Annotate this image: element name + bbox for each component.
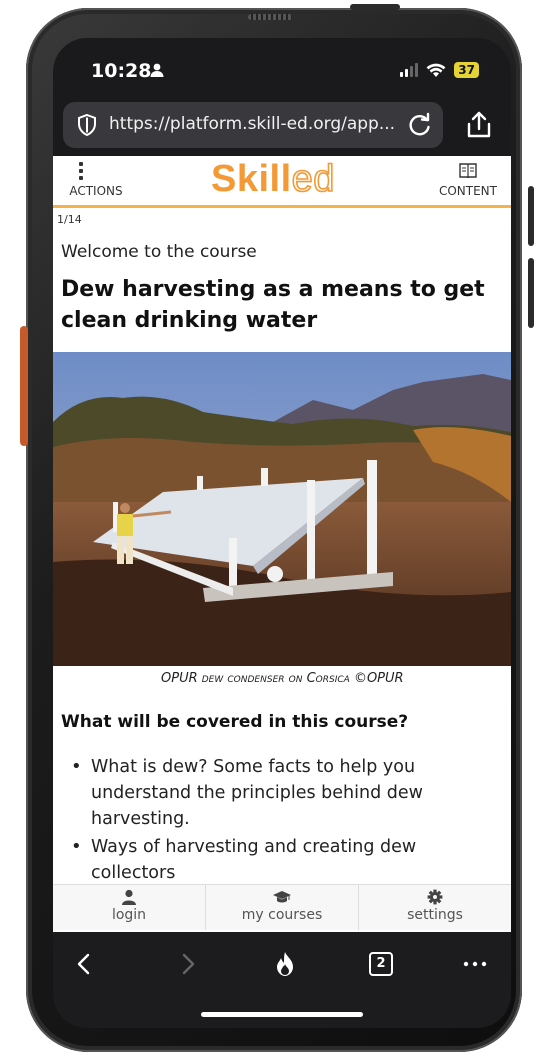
- status-time: 10:28: [91, 60, 152, 82]
- skilled-logo[interactable]: Skilled: [211, 157, 335, 201]
- nav-my-courses[interactable]: my courses: [206, 885, 359, 930]
- graduation-cap-icon: [273, 891, 291, 903]
- course-topics-list: What is dew? Some facts to help you unde…: [67, 754, 487, 888]
- shield-icon[interactable]: [75, 113, 99, 137]
- web-page: ACTIONS Skilled CONTENT 1/14 Welcome to …: [53, 156, 511, 932]
- book-icon: [459, 163, 477, 179]
- image-caption: OPUR dew condenser on Corsica ©OPUR: [161, 671, 404, 686]
- forward-icon[interactable]: [173, 950, 201, 978]
- address-bar[interactable]: https://platform.skill-ed.org/app...: [63, 102, 443, 148]
- nav-login[interactable]: login: [53, 885, 206, 930]
- side-button-orange: [20, 326, 28, 446]
- nav-label: login: [111, 907, 147, 923]
- more-icon[interactable]: [461, 950, 489, 978]
- content-label: CONTENT: [438, 184, 497, 198]
- volume-button: [528, 186, 534, 246]
- flame-icon[interactable]: [271, 950, 299, 978]
- logo-ed: ed: [291, 157, 335, 201]
- gear-icon: [427, 889, 443, 905]
- nav-label: my courses: [241, 907, 323, 923]
- tab-count-button[interactable]: 2: [369, 952, 393, 976]
- speaker-grille: [248, 14, 292, 20]
- nav-label: settings: [407, 907, 463, 923]
- phone-screen: 10:28 37 https://platform.skill-ed.org/a…: [53, 38, 511, 1028]
- content-button[interactable]: CONTENT: [439, 162, 497, 198]
- status-bar: 10:28 37: [53, 38, 511, 98]
- section-heading: What will be covered in this course?: [61, 712, 409, 732]
- power-button: [528, 258, 534, 328]
- actions-label: ACTIONS: [69, 184, 123, 198]
- url-text[interactable]: https://platform.skill-ed.org/app...: [109, 114, 405, 134]
- person-icon: [150, 63, 164, 77]
- list-item: What is dew? Some facts to help you unde…: [67, 754, 487, 832]
- browser-toolbar: 2: [53, 932, 511, 1028]
- battery-icon: 37: [454, 62, 479, 78]
- vertical-dots-icon: [53, 162, 131, 180]
- list-item: Ways of harvesting and creating dew coll…: [67, 834, 487, 886]
- actions-button[interactable]: ACTIONS: [61, 162, 131, 198]
- app-header: ACTIONS Skilled CONTENT: [53, 156, 511, 208]
- nav-settings[interactable]: settings: [359, 885, 511, 930]
- back-icon[interactable]: [71, 950, 99, 978]
- signal-icon: [400, 63, 419, 77]
- logo-skill: Skill: [211, 158, 292, 200]
- user-icon: [122, 889, 136, 905]
- reload-icon[interactable]: [407, 112, 433, 138]
- bottom-nav: login my courses settings: [53, 884, 511, 930]
- share-icon[interactable]: [465, 110, 493, 140]
- home-indicator[interactable]: [201, 1012, 363, 1017]
- top-button: [350, 4, 400, 10]
- page-counter: 1/14: [57, 213, 82, 226]
- dew-condenser-photo: [53, 352, 511, 666]
- welcome-text: Welcome to the course: [61, 242, 257, 262]
- wifi-icon: [426, 63, 446, 77]
- course-title: Dew harvesting as a means to get clean d…: [61, 277, 485, 333]
